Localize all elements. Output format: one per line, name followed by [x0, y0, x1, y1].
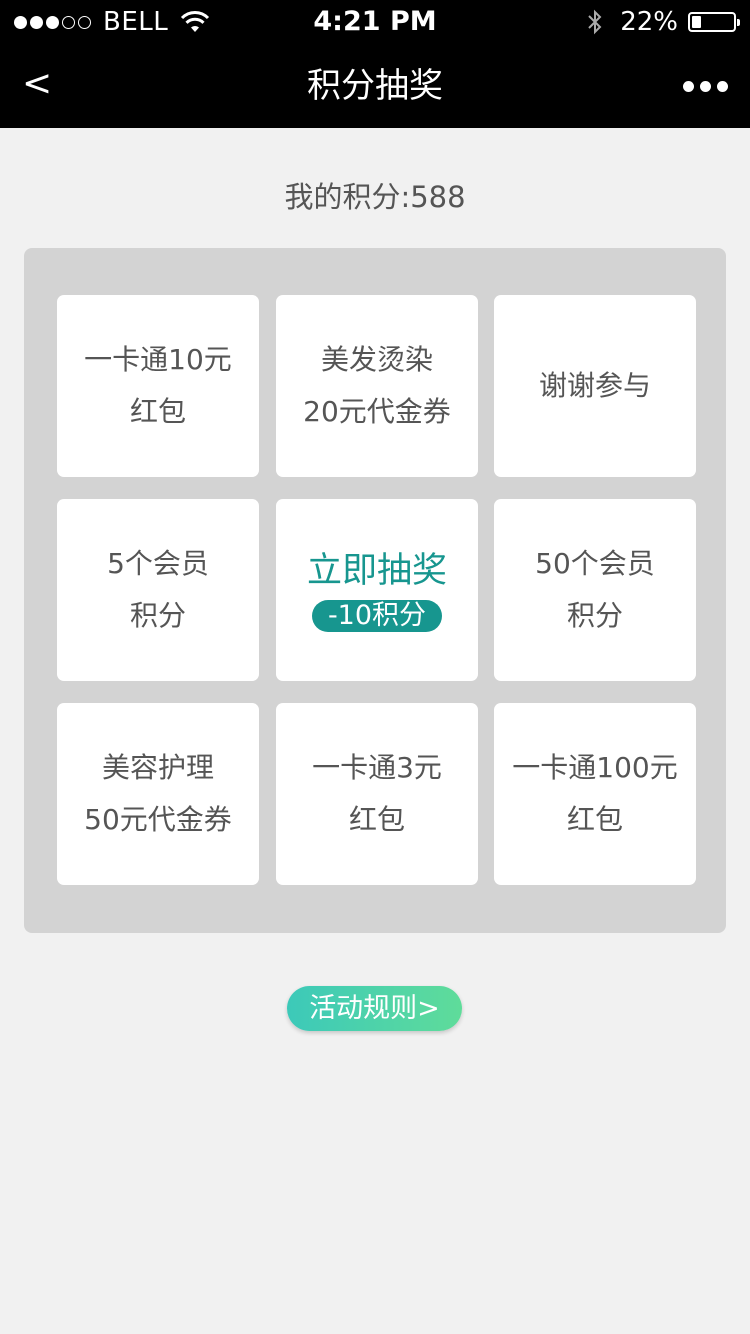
prize-detail: 20元代金券	[303, 395, 451, 428]
prize-detail: 积分	[566, 599, 623, 632]
prize-hair-voucher-20: 美发烫染 20元代金券	[276, 295, 478, 477]
more-options-icon[interactable]	[683, 44, 728, 128]
battery-percentage: 22%	[620, 7, 678, 37]
signal-strength-icon	[14, 15, 91, 29]
prize-card-card-10-hongbao: 一卡通10元 红包	[57, 295, 259, 477]
prize-name: 美容护理	[101, 751, 214, 784]
status-bar: BELL 4:21 PM 22%	[0, 0, 750, 44]
prize-card-100-hongbao: 一卡通100元 红包	[494, 703, 696, 885]
prize-card-3-hongbao: 一卡通3元 红包	[276, 703, 478, 885]
prize-name: 美发烫染	[320, 343, 433, 376]
back-button[interactable]: <	[22, 44, 52, 128]
page-title: 积分抽奖	[307, 66, 443, 106]
prize-50-member-points: 50个会员 积分	[494, 499, 696, 681]
prize-name: 50个会员	[535, 547, 655, 580]
prize-detail: 50元代金券	[84, 803, 232, 836]
draw-now-button[interactable]: 立即抽奖 -10积分	[276, 499, 478, 681]
prize-5-member-points: 5个会员 积分	[57, 499, 259, 681]
prize-detail: 积分	[129, 599, 186, 632]
draw-now-label: 立即抽奖	[306, 551, 447, 591]
prize-detail: 红包	[566, 803, 623, 836]
prize-beauty-voucher-50: 美容护理 50元代金券	[57, 703, 259, 885]
lottery-board: 一卡通10元 红包 美发烫染 20元代金券 谢谢参与 5个会员 积分 立即抽奖 …	[24, 248, 726, 933]
carrier-name: BELL	[103, 7, 169, 37]
prize-name: 5个会员	[107, 547, 209, 580]
prize-detail: 红包	[348, 803, 405, 836]
battery-icon	[688, 12, 740, 32]
prize-name: 一卡通10元	[84, 343, 232, 376]
navigation-bar: < 积分抽奖	[0, 44, 750, 128]
prize-detail: 红包	[129, 395, 186, 428]
prize-thanks-for-participating: 谢谢参与	[494, 295, 696, 477]
my-points: 我的积分:588	[284, 180, 466, 214]
prize-name: 一卡通100元	[512, 751, 678, 784]
activity-rules-button[interactable]: 活动规则>	[287, 986, 462, 1031]
wifi-icon	[181, 11, 210, 32]
draw-cost-badge: -10积分	[311, 600, 443, 632]
prize-name: 谢谢参与	[538, 369, 651, 402]
prize-name: 一卡通3元	[312, 751, 442, 784]
bluetooth-icon	[588, 9, 602, 35]
